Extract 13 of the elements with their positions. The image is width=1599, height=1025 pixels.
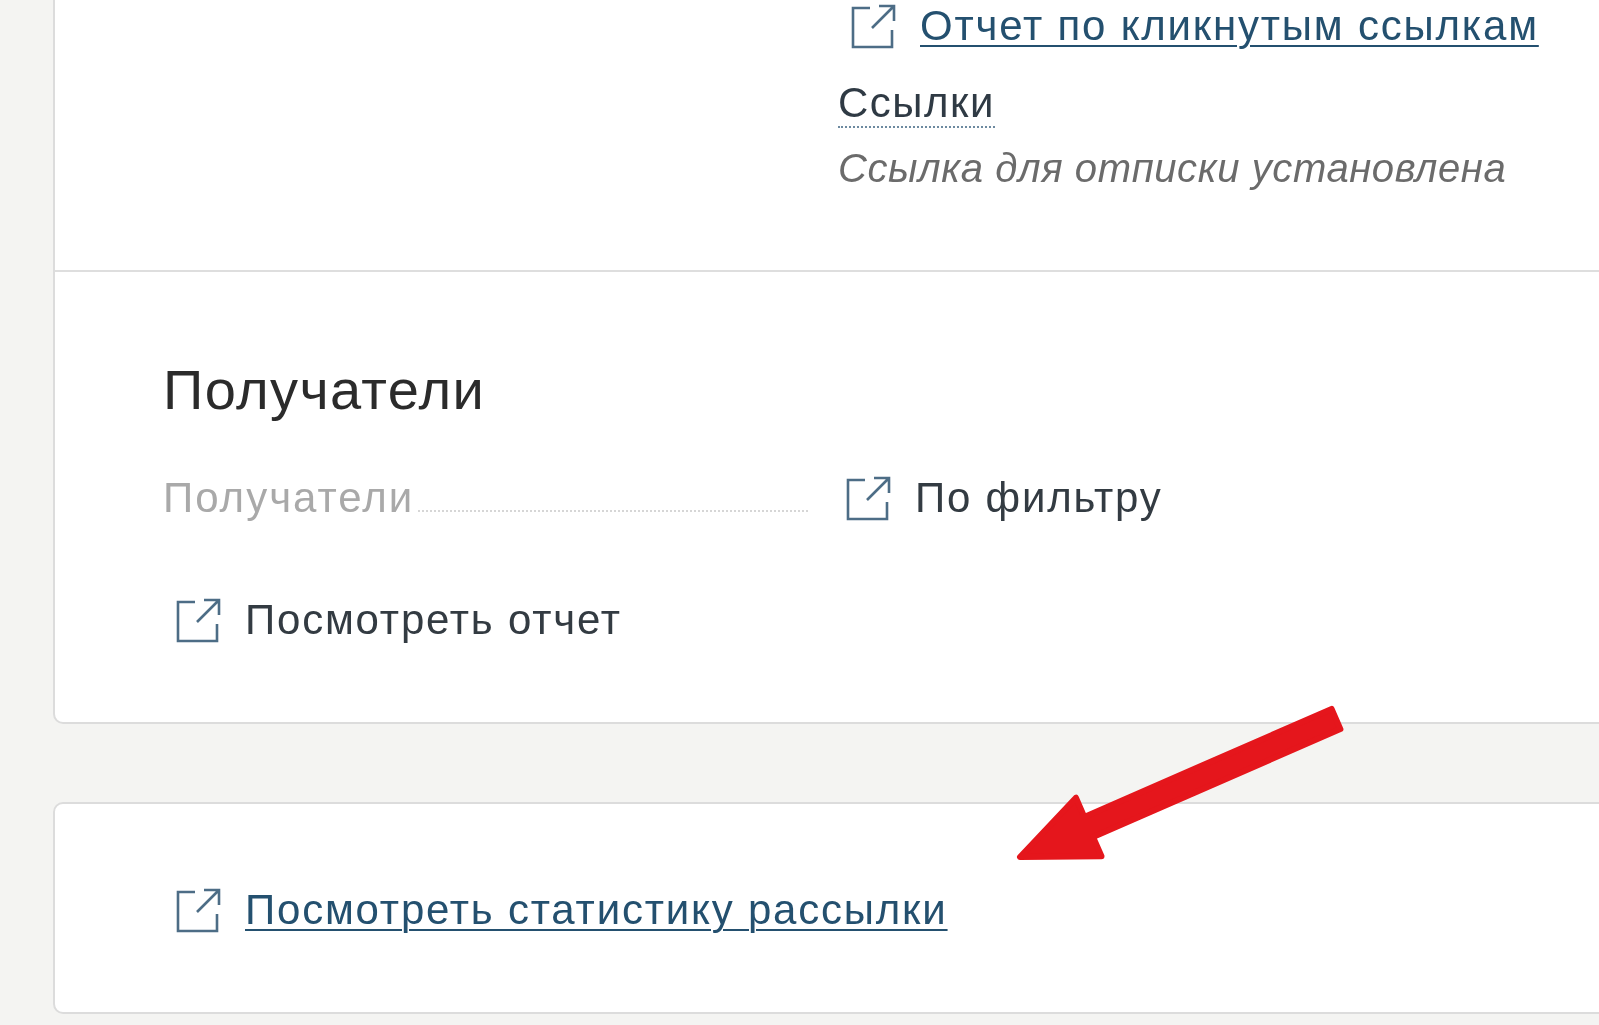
arrow-icon xyxy=(1017,705,1344,860)
field-label: Получатели xyxy=(163,473,415,523)
external-link-icon xyxy=(175,886,223,934)
view-report-link[interactable]: Посмотреть отчет xyxy=(175,594,622,646)
links-label[interactable]: Ссылки xyxy=(838,80,995,128)
external-link-icon xyxy=(175,596,223,644)
external-link-icon xyxy=(850,2,898,50)
unsubscribe-note: Ссылка для отписки установлена xyxy=(838,145,1507,192)
view-stats-link[interactable]: Посмотреть статистику рассылки xyxy=(175,884,948,936)
external-link-icon xyxy=(845,474,893,522)
clicked-links-report-link[interactable]: Отчет по кликнутым ссылкам xyxy=(850,0,1539,52)
field-value-link[interactable]: По фильтру xyxy=(845,472,1163,524)
section-title: Получатели xyxy=(163,360,486,420)
